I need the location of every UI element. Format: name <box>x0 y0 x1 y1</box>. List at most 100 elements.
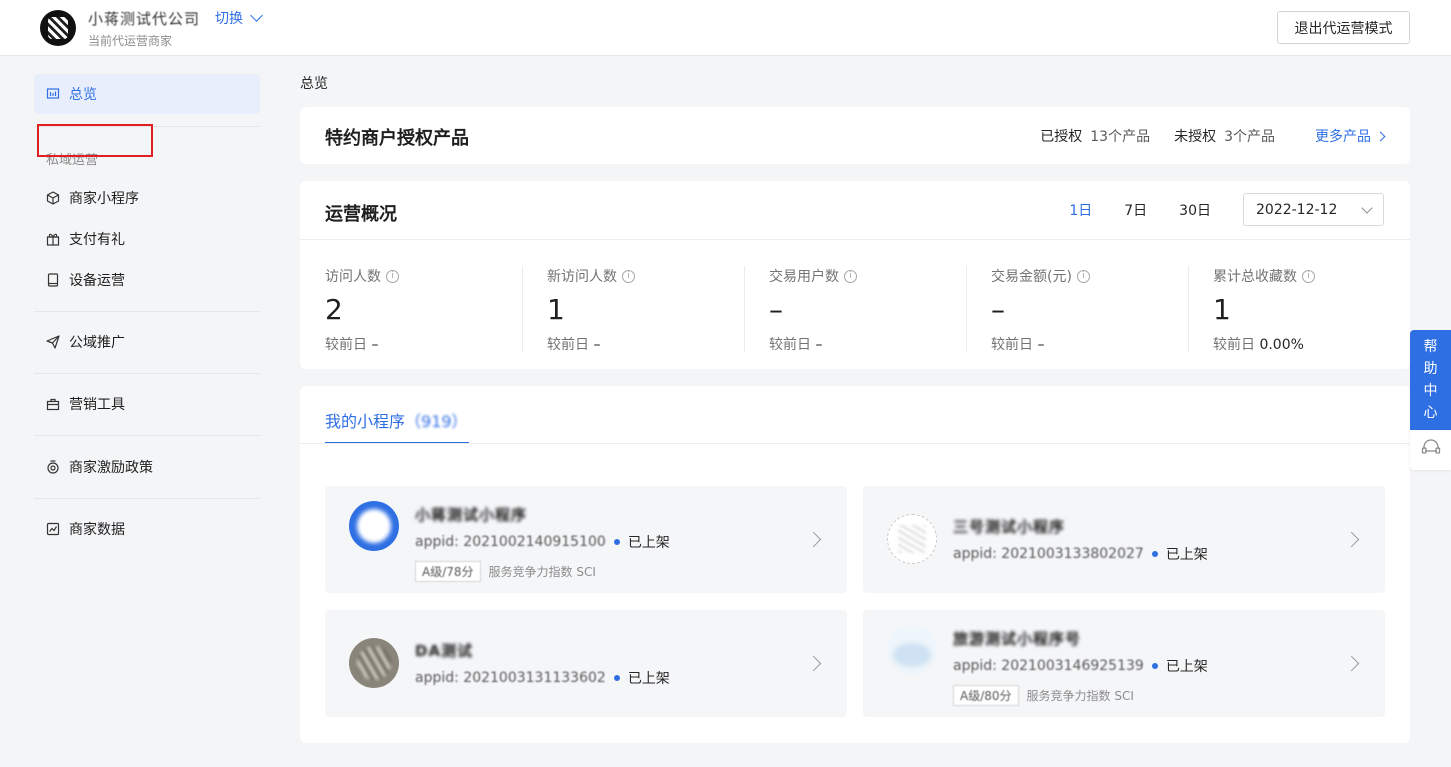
device-icon <box>46 273 60 287</box>
help-char: 帮 <box>1423 339 1438 355</box>
divider <box>1188 266 1189 352</box>
appid: appid: 2021002140915100 <box>415 534 606 550</box>
divider <box>34 498 260 499</box>
switch-merchant-button[interactable]: 切换 <box>215 8 263 28</box>
metric-label: 访问人数 <box>325 269 381 285</box>
divider <box>522 266 523 352</box>
mini-program-name: DA测试 <box>415 642 474 660</box>
unauthorized-label: 未授权 <box>1174 129 1217 145</box>
metric-trade-amount: 交易金额(元) i – 较前日 – <box>991 266 1213 354</box>
metric-label: 累计总收藏数 <box>1213 269 1297 285</box>
authorized-products-title: 特约商户授权产品 <box>325 128 469 149</box>
info-icon[interactable]: i <box>1302 269 1315 283</box>
mini-program-meta: appid: 2021003131133602 已上架 <box>415 668 670 688</box>
divider <box>966 266 967 352</box>
metric-total-favorites: 累计总收藏数 i 1 较前日 0.00% <box>1213 266 1435 354</box>
chevron-right-icon <box>805 531 822 548</box>
unauthorized-count: 3个产品 <box>1224 129 1275 145</box>
sci-label: 服务竞争力指数 SCI <box>1026 689 1134 703</box>
operations-overview-title: 运营概况 <box>325 204 397 225</box>
period-tab-30d[interactable]: 30日 <box>1179 200 1211 220</box>
chevron-right-icon <box>1343 655 1360 672</box>
period-tab-7d[interactable]: 7日 <box>1124 200 1147 220</box>
info-icon[interactable]: i <box>386 269 399 283</box>
divider <box>34 311 260 312</box>
authorized-count: 13个产品 <box>1090 129 1151 145</box>
sidebar-item-label: 支付有礼 <box>69 232 125 248</box>
compare-value: 0.00% <box>1259 337 1304 353</box>
sidebar-item-overview[interactable]: 总览 <box>34 74 260 114</box>
date-value: 2022-12-12 <box>1256 201 1338 218</box>
mini-programs-card: 我的小程序（919） 小蒋测试小程序 appid: 20210021409151… <box>300 386 1410 743</box>
merchant-subtitle: 当前代运营商家 <box>88 34 173 48</box>
sci-tag: A级/78分 <box>415 561 481 582</box>
sidebar-item-mini-program[interactable]: 商家小程序 <box>34 178 260 218</box>
compare-value: – <box>1037 337 1045 353</box>
compare-value: – <box>371 337 379 353</box>
mini-program-logo <box>349 501 399 551</box>
cube-icon <box>46 191 60 205</box>
compare-label: 较前日 <box>547 337 589 353</box>
tab-my-mini-programs[interactable]: 我的小程序（919） <box>325 408 468 432</box>
status-text: 已上架 <box>627 671 670 687</box>
customer-service-button[interactable] <box>1410 430 1451 470</box>
top-bar: 小蒋测试代公司 切换 当前代运营商家 退出代运营模式 <box>0 0 1451 56</box>
compare-label: 较前日 <box>769 337 811 353</box>
status-dot <box>1151 551 1158 557</box>
sidebar-item-pay-gift[interactable]: 支付有礼 <box>34 219 260 259</box>
info-icon[interactable]: i <box>622 269 635 283</box>
switch-label: 切换 <box>215 11 243 27</box>
status-dot <box>613 675 620 681</box>
exit-agent-mode-button[interactable]: 退出代运营模式 <box>1277 11 1410 44</box>
sidebar-item-label: 总览 <box>69 87 97 103</box>
compare-value: – <box>593 337 601 353</box>
status-text: 已上架 <box>1165 659 1208 675</box>
appid: appid: 2021003133802027 <box>953 546 1144 562</box>
medal-icon <box>46 460 60 474</box>
metric-value: – <box>991 293 1005 326</box>
mini-program-meta: appid: 2021002140915100 已上架 <box>415 532 670 552</box>
merchant-name: 小蒋测试代公司 <box>88 10 201 28</box>
mini-program-name: 旅游测试小程序号 <box>953 630 1082 648</box>
status-text: 已上架 <box>627 535 670 551</box>
sidebar-item-public-promo[interactable]: 公域推广 <box>34 322 260 362</box>
info-icon[interactable]: i <box>1076 269 1090 283</box>
sidebar-item-device-ops[interactable]: 设备运营 <box>34 260 260 300</box>
appid: appid: 2021003146925139 <box>953 658 1144 674</box>
info-icon[interactable]: i <box>844 269 857 283</box>
period-tab-1d[interactable]: 1日 <box>1069 200 1092 220</box>
mini-program-name: 三号测试小程序 <box>953 518 1066 536</box>
authorized-products-card: 特约商户授权产品 已授权 13个产品 未授权 3个产品 更多产品 <box>300 107 1410 164</box>
compare-label: 较前日 <box>991 337 1033 353</box>
status-text: 已上架 <box>1165 547 1208 563</box>
toolbox-icon <box>46 397 60 411</box>
metric-label: 交易用户数 <box>769 269 839 285</box>
mini-program-name: 小蒋测试小程序 <box>415 506 528 524</box>
date-picker[interactable]: 2022-12-12 <box>1243 193 1384 226</box>
mini-program-card[interactable]: 小蒋测试小程序 appid: 2021002140915100 已上架 A级/7… <box>325 486 847 593</box>
divider <box>300 443 1410 444</box>
merchant-avatar <box>40 10 76 46</box>
sci-tag: A级/80分 <box>953 685 1019 706</box>
more-products-link[interactable]: 更多产品 <box>1315 126 1386 146</box>
metric-value: 1 <box>1213 293 1231 326</box>
metric-value: – <box>769 293 783 326</box>
sci-label: 服务竞争力指数 SCI <box>488 565 596 579</box>
sidebar-item-label: 商家数据 <box>69 522 125 538</box>
help-center-button[interactable]: 帮 助 中 心 <box>1410 330 1451 430</box>
sidebar-item-merchant-data[interactable]: 商家数据 <box>34 509 260 549</box>
sidebar-item-marketing-tools[interactable]: 营销工具 <box>34 384 260 424</box>
compare-value: – <box>815 337 823 353</box>
authorization-stats: 已授权 13个产品 未授权 3个产品 更多产品 <box>1040 126 1386 146</box>
sidebar-item-label: 营销工具 <box>69 397 125 413</box>
sidebar-item-incentive-policy[interactable]: 商家激励政策 <box>34 447 260 487</box>
mini-program-card[interactable]: 旅游测试小程序号 appid: 2021003146925139 已上架 A级/… <box>863 610 1385 717</box>
sidebar-item-label: 商家小程序 <box>69 191 139 207</box>
compare-label: 较前日 <box>1213 337 1255 353</box>
send-icon <box>46 335 60 349</box>
mini-program-card[interactable]: DA测试 appid: 2021003131133602 已上架 <box>325 610 847 717</box>
highlight-box <box>37 124 153 157</box>
sidebar-item-label: 公域推广 <box>69 335 125 351</box>
divider <box>34 373 260 374</box>
mini-program-card[interactable]: 三号测试小程序 appid: 2021003133802027 已上架 <box>863 486 1385 593</box>
